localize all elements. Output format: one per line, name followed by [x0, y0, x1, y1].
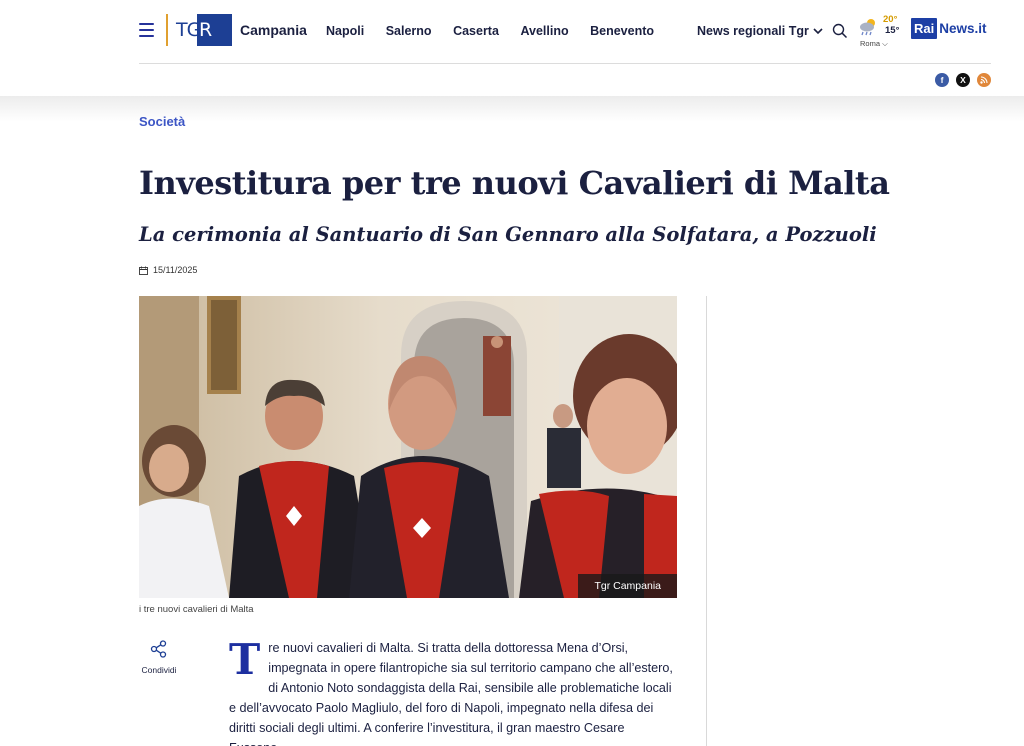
- x-icon[interactable]: X: [956, 73, 970, 87]
- nav-item-avellino[interactable]: Avellino: [520, 24, 568, 38]
- weather-widget[interactable]: 20° 15° Roma ⌵: [858, 14, 902, 50]
- weather-max: 20°: [883, 14, 898, 25]
- site-header: TG R Campania Napoli Salerno Caserta Ave…: [0, 0, 1024, 96]
- article-subtitle: La cerimonia al Santuario di San Gennaro…: [139, 223, 877, 246]
- province-nav: Napoli Salerno Caserta Avellino Benevent…: [326, 24, 676, 38]
- drop-cap: T: [229, 635, 261, 684]
- photo-caption: i tre nuovi cavalieri di Malta: [139, 604, 254, 615]
- nav-item-benevento[interactable]: Benevento: [590, 24, 654, 38]
- nav-item-caserta[interactable]: Caserta: [453, 24, 499, 38]
- category-link[interactable]: Società: [139, 114, 185, 129]
- search-icon[interactable]: [832, 23, 848, 39]
- article-photo[interactable]: Tgr Campania: [139, 296, 677, 598]
- share-icon: [150, 640, 167, 658]
- article-title: Investitura per tre nuovi Cavalieri di M…: [139, 164, 890, 202]
- article-paragraph: re nuovi cavalieri di Malta. Si tratta d…: [229, 641, 673, 746]
- share-button[interactable]: Condividi: [139, 640, 179, 675]
- header-divider: [139, 63, 991, 64]
- article-date: 15/11/2025: [139, 265, 197, 275]
- news-it-text: News.it: [939, 21, 987, 36]
- article-body: T re nuovi cavalieri di Malta. Si tratta…: [229, 638, 679, 746]
- logo-text-right: R: [199, 19, 212, 41]
- rainews-logo[interactable]: Rai News.it: [911, 18, 987, 39]
- news-regionali-dropdown[interactable]: News regionali Tgr: [697, 24, 823, 38]
- weather-city: Roma ⌵: [860, 39, 888, 48]
- ceremony-photo: [139, 296, 677, 598]
- nav-item-salerno[interactable]: Salerno: [386, 24, 432, 38]
- share-label: Condividi: [141, 665, 177, 675]
- calendar-icon: [139, 266, 148, 275]
- weather-min: 15°: [885, 25, 900, 36]
- nav-item-napoli[interactable]: Napoli: [326, 24, 364, 38]
- photo-credit: Tgr Campania: [578, 574, 677, 598]
- news-regionali-label: News regionali Tgr: [697, 24, 809, 38]
- chevron-down-icon: [813, 27, 823, 34]
- rss-icon[interactable]: [977, 73, 991, 87]
- tgr-logo[interactable]: TG R: [166, 14, 232, 46]
- facebook-icon[interactable]: f: [935, 73, 949, 87]
- menu-icon[interactable]: [139, 23, 154, 37]
- column-divider: [706, 296, 707, 746]
- logo-text-left: TG: [176, 19, 201, 41]
- region-title[interactable]: Campania: [240, 22, 307, 38]
- date-text: 15/11/2025: [153, 265, 198, 275]
- rain-cloud-icon: [860, 19, 875, 36]
- rai-badge: Rai: [911, 18, 938, 39]
